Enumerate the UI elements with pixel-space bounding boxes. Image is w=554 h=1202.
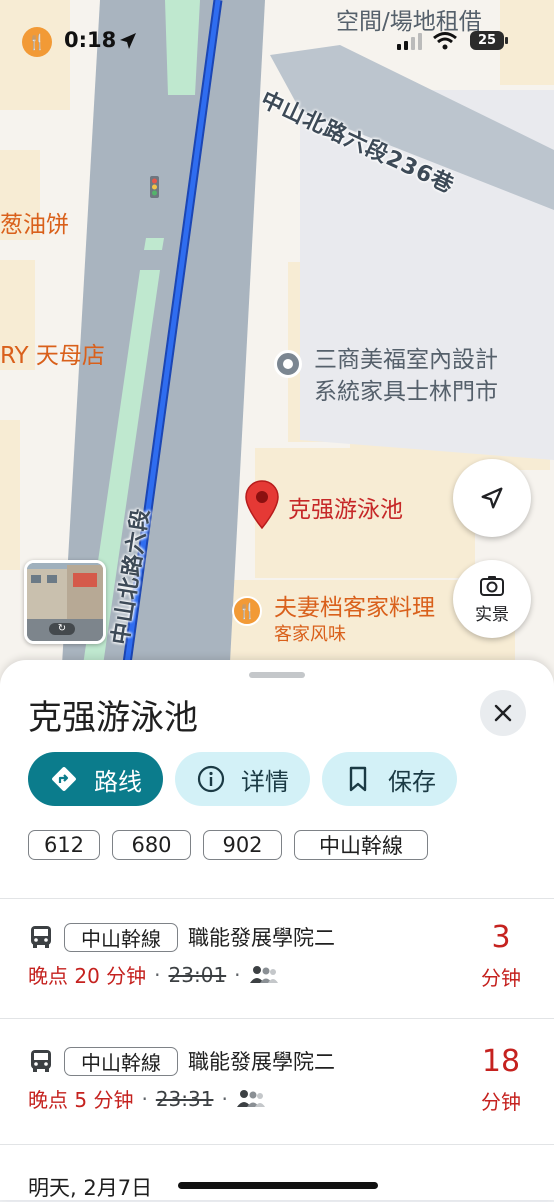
details-label: 详情 — [241, 767, 289, 796]
poi-pin-icon[interactable] — [274, 350, 302, 378]
save-label: 保存 — [388, 767, 436, 796]
separator: · — [221, 1086, 228, 1111]
battery-tip — [505, 37, 508, 44]
eta-value: 3 — [491, 920, 511, 955]
divider — [0, 898, 554, 899]
rotate-360-icon: ↻ — [49, 623, 75, 635]
place-bottom-sheet: 克强游泳池 路线 详情 保存 612 680 902 中山幹線 中山幹線 職能發… — [0, 660, 554, 1200]
my-location-button[interactable] — [453, 459, 531, 537]
live-view-label: 实景 — [475, 604, 509, 625]
selected-location-pin-icon[interactable] — [245, 480, 279, 530]
poi-tianmu-store[interactable]: RY 天母店 — [0, 336, 105, 370]
status-bar: 🍴 0:18 25 — [0, 0, 554, 80]
directions-icon — [52, 767, 76, 791]
bus-line-chip[interactable]: 902 — [203, 830, 282, 860]
bus-icon — [31, 926, 51, 948]
poi-restaurant[interactable]: 夫妻档客家料理 — [274, 588, 435, 622]
eta-unit: 分钟 — [481, 1090, 521, 1114]
poi-onion-pancake[interactable]: 葱油饼 — [0, 205, 69, 239]
close-icon — [494, 704, 512, 722]
street-view-thumbnail[interactable]: ↻ — [24, 560, 106, 644]
poi-furniture-line2[interactable]: 系統家具士林門市 — [314, 372, 498, 406]
info-icon — [197, 765, 225, 793]
map-view[interactable]: 空間/場地租借 葱油饼 RY 天母店 三商美福室內設計 系統家具士林門市 克强游… — [0, 0, 554, 700]
route-tag: 中山幹線 — [64, 1046, 178, 1076]
poi-furniture-line1[interactable]: 三商美福室內設計 — [314, 340, 498, 374]
separator: · — [234, 962, 241, 987]
directions-button[interactable]: 路线 — [28, 752, 163, 806]
live-view-button[interactable]: 实景 — [453, 560, 531, 638]
close-button[interactable] — [480, 690, 526, 736]
crowding-icon — [249, 965, 278, 983]
home-indicator[interactable] — [178, 1182, 378, 1189]
details-button[interactable]: 详情 — [175, 752, 310, 806]
tomorrow-header: 明天, 2月7日 — [28, 1176, 153, 1200]
battery-level: 25 — [477, 33, 497, 48]
separator: · — [154, 962, 161, 987]
restaurant-icon[interactable]: 🍴 — [232, 596, 262, 626]
restaurant-icon: 🍴 — [22, 27, 52, 57]
camera-icon — [480, 575, 504, 596]
directions-label: 路线 — [94, 767, 142, 796]
destination: 職能發展學院二 — [188, 926, 335, 950]
divider — [0, 1144, 554, 1145]
battery-icon: 25 — [470, 31, 504, 50]
place-title: 克强游泳池 — [28, 698, 198, 738]
separator: · — [141, 1086, 148, 1111]
cellular-signal-icon — [397, 33, 422, 50]
status-time: 0:18 — [64, 28, 117, 52]
bus-icon — [31, 1050, 51, 1072]
route-tag: 中山幹線 — [64, 922, 178, 952]
wifi-icon — [433, 32, 457, 50]
destination: 職能發展學院二 — [188, 1050, 335, 1074]
scheduled-time: 23:01 — [168, 962, 227, 987]
location-arrow-icon — [120, 33, 136, 49]
delay-text: 晚点 5 分钟 — [28, 1088, 134, 1112]
eta-value: 18 — [481, 1044, 521, 1079]
bus-line-chip[interactable]: 中山幹線 — [294, 830, 428, 860]
drag-handle[interactable] — [249, 672, 305, 678]
bus-line-chip[interactable]: 680 — [112, 830, 191, 860]
navigation-arrow-icon — [481, 487, 503, 509]
bus-line-chip[interactable]: 612 — [28, 830, 100, 860]
poi-restaurant-sub: 客家风味 — [274, 624, 346, 645]
poi-pool[interactable]: 克强游泳池 — [288, 490, 403, 524]
delay-text: 晚点 20 分钟 — [28, 964, 147, 988]
save-button[interactable]: 保存 — [322, 752, 457, 806]
divider — [0, 1018, 554, 1019]
crowding-icon — [236, 1089, 265, 1107]
scheduled-time: 23:31 — [155, 1086, 214, 1111]
eta-unit: 分钟 — [481, 966, 521, 990]
bookmark-icon — [349, 766, 367, 792]
